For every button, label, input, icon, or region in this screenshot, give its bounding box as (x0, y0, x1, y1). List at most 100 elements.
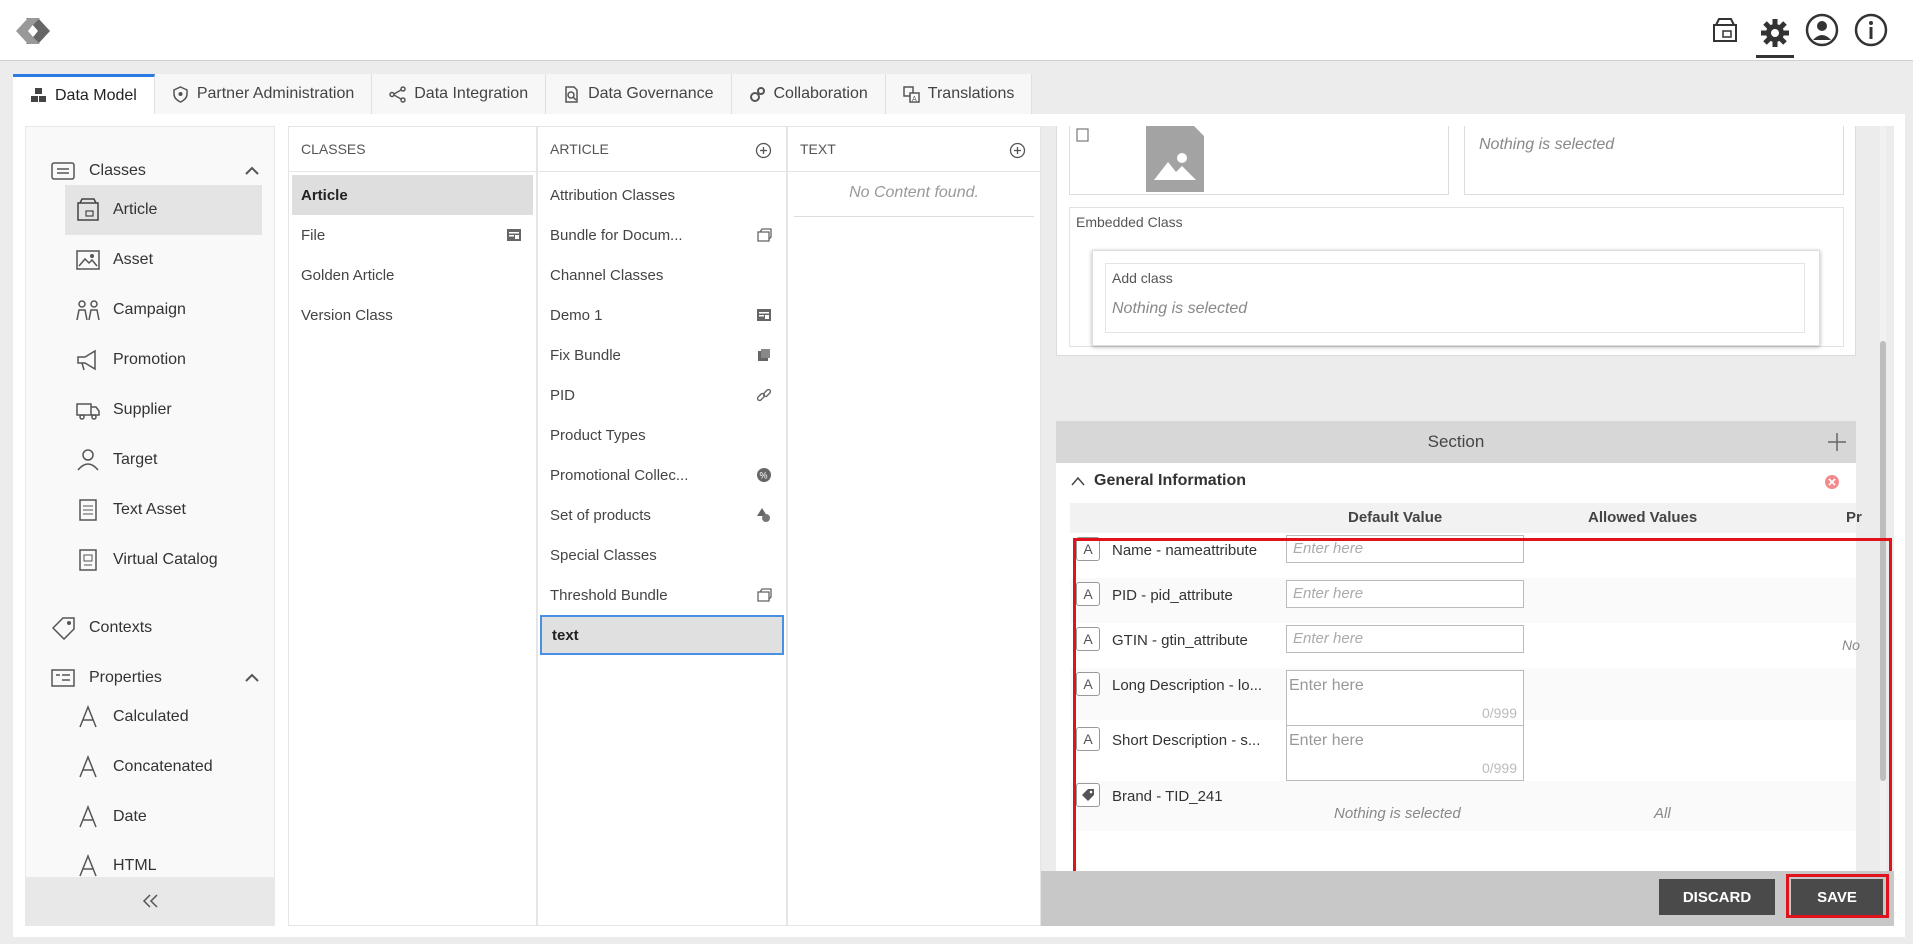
highlight-box-attributes (1073, 538, 1892, 875)
sidebar-item-target[interactable]: Target (65, 435, 262, 485)
list-item-golden-article[interactable]: Golden Article (289, 255, 536, 295)
column-header: CLASSES (289, 127, 536, 172)
tag-icon (51, 617, 75, 640)
list-item[interactable]: Attribution Classes (538, 175, 786, 215)
list-item[interactable]: Promotional Collec... % (538, 455, 786, 495)
campaign-icon (76, 300, 100, 321)
sidebar-item-label: Article (113, 201, 158, 218)
list-item-label: Channel Classes (550, 266, 664, 284)
sidebar-item-asset[interactable]: Asset (65, 235, 262, 285)
tab-label: Data Model (55, 86, 137, 104)
list-item-text-selected[interactable]: text (540, 615, 784, 655)
sidebar-item-label: Concatenated (113, 758, 213, 775)
embedded-class-label: Embedded Class (1076, 214, 1183, 230)
list-item-label: Set of products (550, 506, 651, 524)
selection-card[interactable]: Nothing is selected (1464, 126, 1844, 195)
classes-column: CLASSES Article File Golden Article Vers… (288, 126, 537, 926)
add-class-label: Add class (1112, 270, 1173, 286)
list-item-label: Demo 1 (550, 306, 603, 324)
highlight-box-save (1786, 874, 1889, 918)
sidebar-item-article[interactable]: Article (65, 185, 262, 235)
doc-search-icon (565, 85, 578, 103)
sidebar-item-text-asset[interactable]: Text Asset (65, 485, 262, 535)
discard-button[interactable]: DISCARD (1659, 879, 1775, 915)
section-label: Section (1427, 432, 1485, 451)
sidebar-item-promotion[interactable]: Promotion (65, 335, 262, 385)
article-icon (77, 198, 99, 221)
list-item[interactable]: Set of products (538, 495, 786, 535)
list-item[interactable]: Threshold Bundle (538, 575, 786, 615)
translate-icon: A (903, 85, 920, 103)
list-item[interactable]: Fix Bundle (538, 335, 786, 375)
info-icon[interactable] (1852, 11, 1890, 49)
list-item-article[interactable]: Article (292, 175, 533, 215)
svg-text:%: % (760, 471, 768, 481)
tab-data-model[interactable]: Data Model (13, 74, 155, 114)
sidebar-item-label: Virtual Catalog (113, 551, 218, 568)
list-item[interactable]: Product Types (538, 415, 786, 455)
sidebar-item-label: Text Asset (113, 501, 186, 518)
text-attribute-icon (79, 705, 97, 728)
list-item-label: Version Class (301, 306, 393, 324)
tab-label: Translations (927, 85, 1015, 102)
class-card: Nothing is selected Embedded Class Add c… (1056, 126, 1856, 356)
list-item-label: Special Classes (550, 546, 657, 564)
tab-collaboration[interactable]: Collaboration (731, 74, 886, 114)
sidebar-item-label: Asset (113, 251, 154, 268)
tab-label: Data Integration (414, 85, 529, 102)
list-item-label: Fix Bundle (550, 346, 621, 364)
tab-data-governance[interactable]: Data Governance (546, 74, 732, 114)
tab-translations[interactable]: A Translations (885, 74, 1033, 114)
shapes-icon (757, 508, 770, 522)
section-header: Section (1056, 421, 1856, 463)
sidebar-group-contexts[interactable]: Contexts (26, 608, 274, 648)
nothing-selected-text: Nothing is selected (1112, 300, 1248, 317)
plus-icon[interactable] (1826, 431, 1848, 453)
chevron-up-icon[interactable] (244, 163, 260, 179)
add-class-field[interactable]: Add class Nothing is selected (1105, 263, 1805, 333)
column-header: ARTICLE (538, 127, 786, 172)
share-icon (389, 85, 406, 103)
add-circle-icon[interactable] (1009, 142, 1026, 159)
image-placeholder-icon[interactable] (1146, 126, 1204, 192)
sidebar-item-date[interactable]: Date (65, 792, 262, 842)
tab-data-integration[interactable]: Data Integration (372, 74, 547, 114)
list-item-label: Promotional Collec... (550, 466, 689, 484)
tab-label: Collaboration (773, 85, 868, 102)
sidebar-item-concatenated[interactable]: Concatenated (65, 742, 262, 792)
app-logo[interactable] (12, 14, 54, 48)
list-item-version-class[interactable]: Version Class (289, 295, 536, 335)
list-item-file[interactable]: File (289, 215, 536, 255)
sidebar-item-label: Supplier (113, 401, 172, 418)
chevron-up-icon[interactable] (244, 670, 260, 686)
sidebar-item-label: Target (113, 451, 158, 468)
sidebar-item-label: Campaign (113, 301, 186, 318)
link-icon (756, 388, 772, 402)
list-item[interactable]: Special Classes (538, 535, 786, 575)
gear-icon[interactable] (1756, 10, 1794, 58)
list-item[interactable]: Bundle for Docum... (538, 215, 786, 255)
cubes-icon (31, 88, 46, 102)
add-circle-icon[interactable] (755, 142, 772, 159)
tab-partner-administration[interactable]: Partner Administration (154, 74, 373, 114)
remove-circle-icon[interactable] (1824, 474, 1840, 490)
list-item[interactable]: PID (538, 375, 786, 415)
text-column: TEXT No Content found. (787, 126, 1041, 926)
package-icon[interactable] (1706, 11, 1744, 49)
sidebar: Classes Article Asset Campaign Promotion… (25, 126, 275, 926)
column-header-label: TEXT (800, 141, 836, 157)
sidebar-item-campaign[interactable]: Campaign (65, 285, 262, 335)
list-item[interactable]: Channel Classes (538, 255, 786, 295)
add-class-panel: Add class Nothing is selected (1092, 250, 1820, 346)
general-information-toggle[interactable]: General Information (1070, 472, 1246, 490)
shield-icon (173, 85, 188, 103)
sidebar-item-calculated[interactable]: Calculated (65, 692, 262, 742)
list-item[interactable]: Demo 1 (538, 295, 786, 335)
sidebar-item-supplier[interactable]: Supplier (65, 385, 262, 435)
user-icon[interactable] (1803, 11, 1841, 49)
sidebar-collapse-button[interactable] (26, 877, 274, 925)
gears-icon (749, 86, 765, 102)
form-icon (507, 229, 521, 241)
sidebar-item-virtual-catalog[interactable]: Virtual Catalog (65, 535, 262, 585)
module-tabs: Data Model Partner Administration Data I… (13, 74, 1033, 114)
